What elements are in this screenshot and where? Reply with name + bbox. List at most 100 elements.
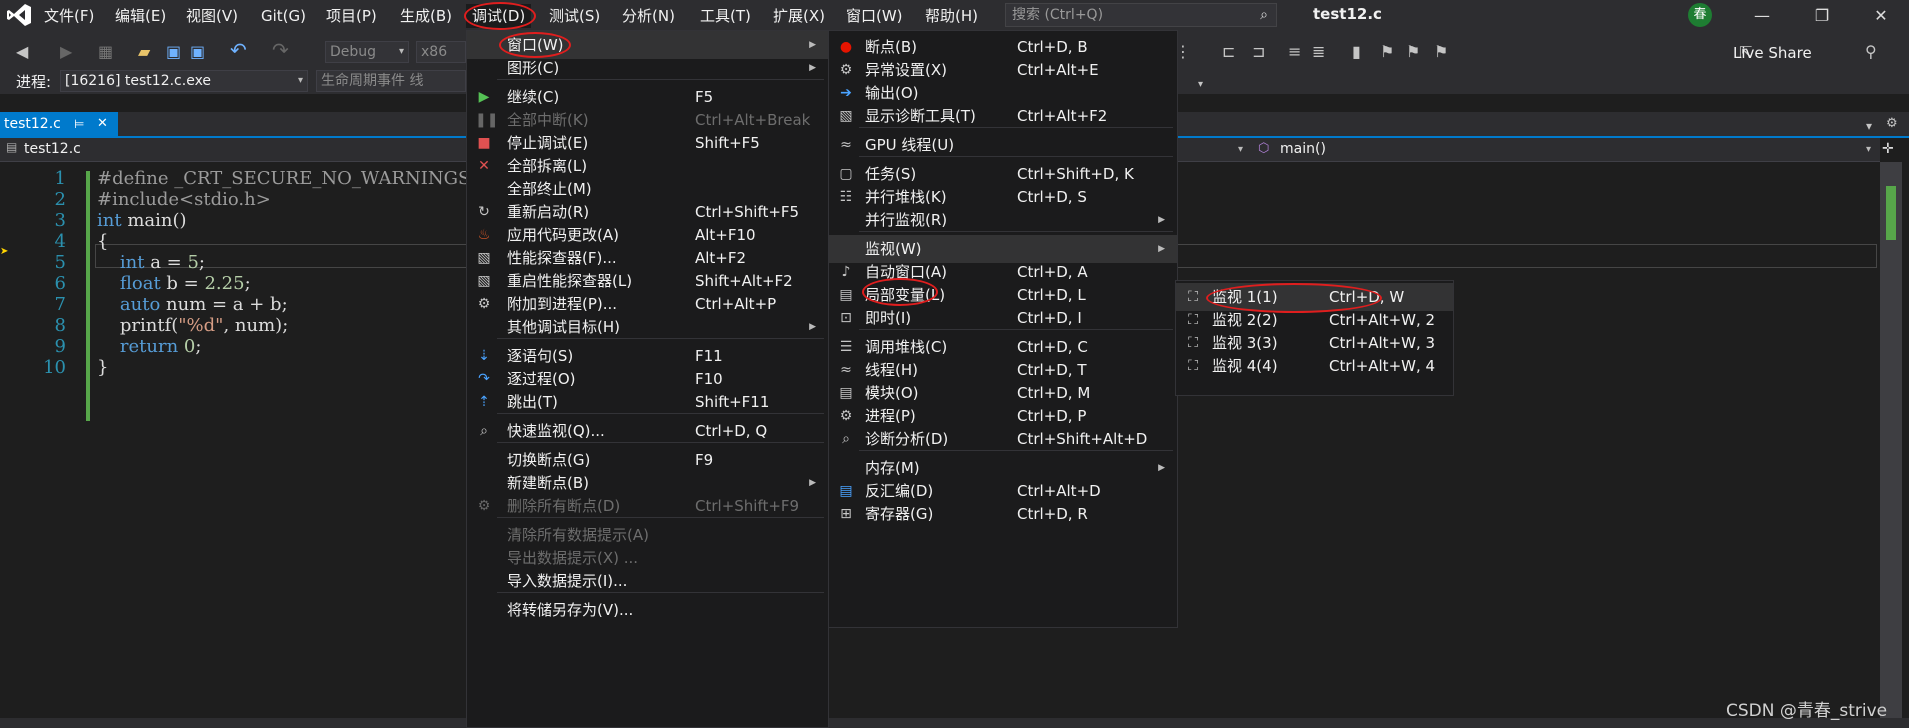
watch-icon: ⛶ — [1188, 358, 1198, 374]
process-select[interactable]: [16216] test12.c.exe ▾ — [60, 70, 308, 92]
next-bookmark-icon[interactable]: ⚑ — [1406, 42, 1420, 62]
window-menu-item-16[interactable]: ⌕ 诊断分析(D) Ctrl+Shift+Alt+D — [829, 425, 1177, 453]
tab-label: test12.c — [4, 116, 61, 132]
forward-icon[interactable]: ▶ — [60, 42, 72, 62]
watermark: CSDN @青春_strive — [1726, 701, 1888, 721]
tab-test12-c[interactable]: test12.c ⊨ ✕ — [0, 112, 118, 136]
menu-item-shortcut: Ctrl+Alt+F2 — [1017, 107, 1108, 125]
account-avatar[interactable]: 春 — [1688, 3, 1712, 27]
debug-menu-item-23[interactable]: 将转储另存为(V)... — [467, 596, 828, 624]
menu-item-label: 快速监视(Q)... — [507, 422, 605, 440]
menu-item-shortcut: Shift+F11 — [695, 393, 770, 411]
line-number: 8 — [54, 315, 66, 336]
split-editor-icon[interactable]: ✛ — [1882, 141, 1894, 157]
window-menu-item-3[interactable]: ▧ 显示诊断工具(T) Ctrl+Alt+F2 — [829, 102, 1177, 130]
debug-menu-item-16[interactable]: ⌕ 快速监视(Q)... Ctrl+D, Q — [467, 417, 828, 445]
code-line: int main() — [97, 210, 187, 231]
debug-menu-item-12[interactable]: 其他调试目标(H) ▶ — [467, 313, 828, 341]
line-number: 10 — [43, 357, 66, 378]
live-share-button[interactable]: Live Share — [1733, 44, 1812, 62]
scope-dropdown-icon[interactable]: ▾ — [1238, 144, 1243, 155]
menu-2[interactable]: 视图(V) — [180, 4, 244, 28]
uncomment-icon[interactable]: ≣ — [1312, 42, 1325, 62]
scrollbar-change-marker — [1886, 186, 1896, 240]
pin-icon[interactable]: ⊨ — [74, 112, 84, 136]
status-bar — [0, 718, 1909, 728]
debug-menu-item-22[interactable]: 导入数据提示(I)... — [467, 567, 828, 595]
open-folder-icon[interactable]: ▰ — [138, 42, 150, 62]
line-number: 4 — [54, 231, 66, 252]
redo-icon[interactable]: ↷ — [272, 40, 289, 60]
debug-menu: 窗口(W) ▶ 图形(C) ▶ ▶ 继续(C) F5 ❚❚ 全部中断(K) Ctrl+Alt+Br… — [466, 30, 829, 728]
window-menu-item-19[interactable]: ⊞ 寄存器(G) Ctrl+D, R — [829, 500, 1177, 528]
menu-item-label: 其他调试目标(H) — [507, 318, 620, 336]
configuration-select[interactable]: Debug ▾ — [325, 41, 409, 63]
outdent-icon[interactable]: ⊐ — [1252, 42, 1265, 62]
menu-item-label: 删除所有断点(D) — [507, 497, 621, 515]
tab-settings-icon[interactable]: ⚙ — [1886, 114, 1898, 134]
menu-separator — [859, 231, 1173, 232]
diagnostics-icon: ▧ — [839, 108, 853, 124]
prev-bookmark-icon[interactable]: ⚑ — [1380, 42, 1394, 62]
save-icon[interactable]: ▣ — [166, 42, 181, 62]
clear-bookmarks-icon[interactable]: ⚑ — [1434, 42, 1448, 62]
restore-icon[interactable]: ❐ — [1799, 2, 1845, 30]
back-icon[interactable]: ◀ — [16, 42, 28, 62]
menu-1[interactable]: 编辑(E) — [109, 4, 172, 28]
minimize-icon[interactable]: — — [1739, 2, 1785, 30]
menu-item-shortcut: Ctrl+Shift+F9 — [695, 497, 800, 515]
menu-9[interactable]: 工具(T) — [694, 4, 757, 28]
close-window-icon[interactable]: ✕ — [1858, 2, 1904, 30]
tab-list-dropdown-icon[interactable]: ▾ — [1866, 116, 1872, 136]
registers-icon: ⊞ — [840, 506, 852, 522]
function-dropdown-icon[interactable]: ▾ — [1866, 144, 1871, 155]
menu-8[interactable]: 分析(N) — [616, 4, 681, 28]
window-menu-item-11[interactable]: ⊡ 即时(I) Ctrl+D, I — [829, 304, 1177, 332]
menu-item-shortcut: Ctrl+Alt+W, 4 — [1329, 357, 1436, 375]
menu-11[interactable]: 窗口(W) — [840, 4, 909, 28]
line-number: 2 — [54, 189, 66, 210]
menu-item-label: 图形(C) — [507, 59, 560, 77]
menu-7[interactable]: 测试(S) — [543, 4, 606, 28]
window-submenu: ● 断点(B) Ctrl+D, B ⚙ 异常设置(X) Ctrl+Alt+E ➔ 输出(O) ▧… — [828, 30, 1178, 628]
watch-menu-item-3[interactable]: ⛶ 监视 4(4) Ctrl+Alt+W, 4 — [1176, 352, 1453, 380]
menu-12[interactable]: 帮助(H) — [919, 4, 984, 28]
menu-3[interactable]: Git(G) — [255, 4, 312, 28]
debug-menu-item-15[interactable]: ⇡ 跳出(T) Shift+F11 — [467, 388, 828, 416]
menu-10[interactable]: 扩展(X) — [767, 4, 831, 28]
code-line: printf("%d", num); — [97, 315, 289, 336]
menu-4[interactable]: 项目(P) — [320, 4, 383, 28]
menu-item-label: GPU 线程(U) — [865, 136, 955, 154]
new-project-icon[interactable]: ▦ — [98, 42, 113, 62]
debug-menu-item-1[interactable]: 图形(C) ▶ — [467, 54, 828, 82]
vertical-scrollbar[interactable] — [1880, 162, 1902, 722]
delete-breakpoints-icon: ⚙ — [477, 498, 491, 514]
immediate-icon: ⊡ — [840, 310, 852, 326]
lifecycle-events-select[interactable]: 生命周期事件 线 — [316, 70, 466, 92]
menu-separator — [859, 329, 1173, 330]
stack-frame-dropdown-icon[interactable]: ▾ — [1198, 75, 1203, 95]
search-icon: ⌕ — [1260, 7, 1268, 23]
menu-separator — [497, 79, 824, 80]
feedback-icon[interactable]: ⚲ — [1865, 42, 1877, 62]
window-menu-item-4[interactable]: ≈ GPU 线程(U) — [829, 131, 1177, 159]
search-input[interactable]: 搜索 (Ctrl+Q) ⌕ — [1005, 3, 1277, 27]
close-tab-icon[interactable]: ✕ — [97, 112, 108, 136]
line-number: 7 — [54, 294, 66, 315]
bookmark-icon[interactable]: ▮ — [1352, 42, 1361, 62]
menu-item-label: 寄存器(G) — [865, 505, 934, 523]
save-all-icon[interactable]: ▣ — [190, 42, 205, 62]
comment-icon[interactable]: ≡ — [1288, 42, 1301, 62]
bookmark-indent-icon[interactable]: ⊏ — [1222, 42, 1235, 62]
menu-5[interactable]: 生成(B) — [394, 4, 458, 28]
submenu-arrow-icon: ▶ — [1158, 215, 1165, 225]
visual-studio-logo[interactable] — [6, 3, 32, 27]
menu-0[interactable]: 文件(F) — [38, 4, 100, 28]
highlight-ring-watch — [862, 278, 938, 306]
nav-file-select[interactable]: test12.c — [24, 141, 81, 157]
submenu-arrow-icon: ▶ — [809, 63, 816, 73]
nav-function-select[interactable]: main() — [1280, 141, 1326, 157]
undo-icon[interactable]: ↶ — [230, 40, 247, 60]
platform-select[interactable]: x86 — [416, 41, 466, 63]
window-menu-item-7[interactable]: 并行监视(R) ▶ — [829, 206, 1177, 234]
